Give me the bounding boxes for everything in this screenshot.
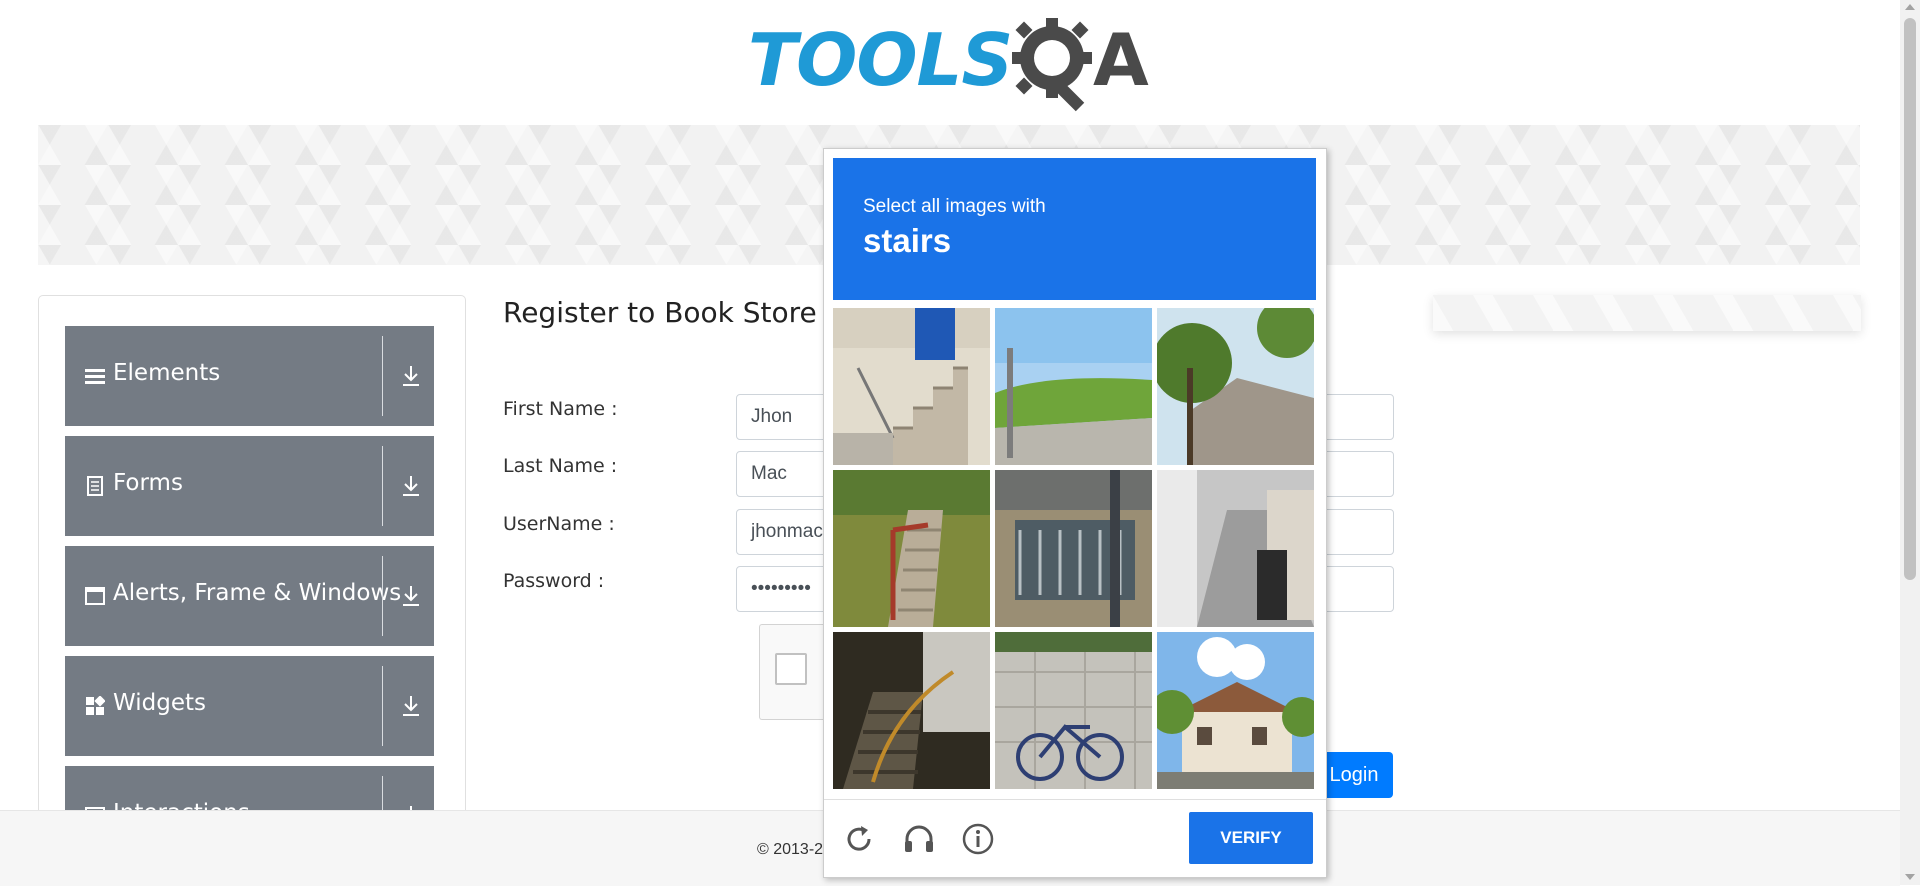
scroll-up-arrow-icon[interactable] — [1905, 4, 1915, 10]
download-arrow-icon[interactable] — [401, 694, 421, 718]
captcha-tile-8[interactable] — [995, 632, 1152, 789]
hamburger-icon — [85, 369, 105, 384]
divider — [382, 556, 383, 636]
toolsqa-logo[interactable]: TOOLS A — [748, 16, 1154, 116]
window-icon — [85, 587, 105, 605]
download-arrow-icon[interactable] — [401, 364, 421, 388]
sidebar-menu: Elements Forms Alerts, Frame & Windows W… — [38, 295, 466, 816]
password-label: Password : — [503, 570, 605, 592]
first-name-label: First Name : — [503, 398, 618, 420]
reload-icon[interactable] — [842, 822, 876, 856]
sidebar-group-forms[interactable]: Forms — [65, 436, 434, 536]
captcha-instruction: Select all images with — [863, 196, 1046, 217]
info-icon[interactable] — [961, 822, 995, 856]
verify-button[interactable]: VERIFY — [1189, 812, 1313, 864]
right-ad-banner — [1433, 295, 1861, 331]
sidebar-group-label: Widgets — [113, 690, 206, 716]
sidebar-group-label: Alerts, Frame & Windows — [113, 580, 402, 606]
captcha-challenge-dialog: Select all images with stairs VERIFY — [823, 148, 1327, 878]
audio-icon[interactable] — [902, 822, 936, 856]
captcha-tile-4[interactable] — [833, 470, 990, 627]
logo-brand-a: A — [1093, 18, 1149, 102]
sidebar-group-widgets[interactable]: Widgets — [65, 656, 434, 756]
sidebar-group-elements[interactable]: Elements — [65, 326, 434, 426]
scroll-down-arrow-icon[interactable] — [1905, 874, 1915, 880]
sidebar-group-interactions[interactable]: Interactions — [65, 766, 434, 816]
divider — [382, 446, 383, 526]
captcha-tile-1[interactable] — [833, 308, 990, 465]
last-name-label: Last Name : — [503, 455, 618, 477]
download-arrow-icon[interactable] — [401, 474, 421, 498]
document-icon — [87, 476, 103, 496]
sidebar-group-alerts[interactable]: Alerts, Frame & Windows — [65, 546, 434, 646]
download-arrow-icon[interactable] — [401, 584, 421, 608]
captcha-tile-2[interactable] — [995, 308, 1152, 465]
page-title: Register to Book Store — [503, 296, 817, 329]
gear-magnifier-icon — [1012, 18, 1092, 112]
sidebar-group-label: Forms — [113, 470, 183, 496]
captcha-instruction-header: Select all images with stairs — [833, 158, 1316, 300]
divider — [382, 336, 383, 416]
captcha-tile-9[interactable] — [1157, 632, 1314, 789]
page-scrollbar[interactable] — [1900, 0, 1920, 885]
logo-brand-text: TOOLS — [748, 18, 1013, 102]
captcha-footer: VERIFY — [824, 799, 1326, 878]
captcha-tile-3[interactable] — [1157, 308, 1314, 465]
captcha-tile-6[interactable] — [1157, 470, 1314, 627]
captcha-target: stairs — [863, 222, 952, 259]
captcha-tile-7[interactable] — [833, 632, 990, 789]
widgets-icon — [86, 696, 105, 715]
sidebar-group-label: Elements — [113, 360, 221, 386]
username-label: UserName : — [503, 513, 615, 535]
scrollbar-thumb[interactable] — [1904, 18, 1916, 580]
recaptcha-checkbox[interactable] — [775, 653, 807, 685]
divider — [382, 666, 383, 746]
captcha-tile-5[interactable] — [995, 470, 1152, 627]
